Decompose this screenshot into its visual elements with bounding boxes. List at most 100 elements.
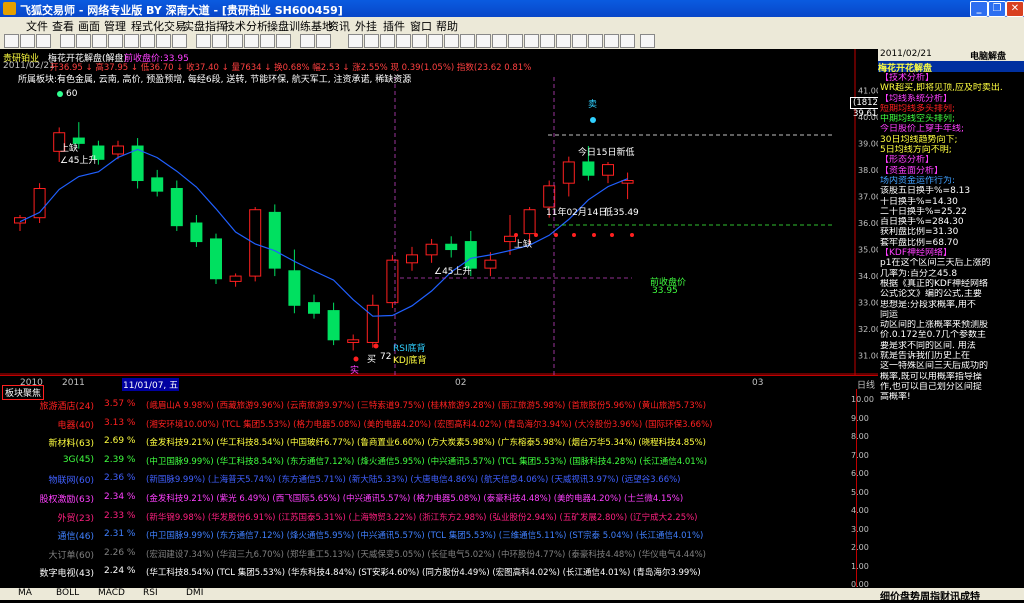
candle-body [562, 161, 575, 184]
annotation-buy: 买 [367, 355, 377, 365]
cycle-icon[interactable] [460, 34, 475, 48]
help-icon[interactable] [316, 34, 331, 48]
tab-ma[interactable]: MA [18, 588, 32, 598]
analysis-line: 中期均线空头排列; [880, 114, 956, 125]
sector-focus-panel: 板块聚焦 旅游酒店(24) 3.57 % (峨眉山A 9.98%) (西藏旅游9.9… [0, 385, 856, 587]
gann-icon[interactable] [444, 34, 459, 48]
tab-dmi[interactable]: DMI [186, 588, 203, 598]
month-03: 03 [752, 378, 764, 388]
maximize-button[interactable]: ❐ [988, 1, 1006, 17]
sector-focus-button[interactable]: 板块聚焦 [2, 385, 45, 400]
annotation-72: 72 [380, 352, 392, 362]
layout-icon[interactable] [244, 34, 259, 48]
analysis-line: 同运 [880, 309, 899, 320]
price-chart[interactable]: 41.0040.0039.0038.0037.0036.0035.0034.00… [0, 49, 885, 376]
annotation-45-up: ∠45上升 [60, 156, 98, 166]
close-button[interactable]: ✕ [1006, 1, 1024, 17]
sector-top-stocks: (新华锦9.98%) (华发股份6.91%) (江苏国泰5.31%) (上海物贸… [146, 512, 698, 523]
sector-top-stocks: (金发科技9.21%) (紫光 6.49%) (西飞国际5.65%) (中兴通讯… [146, 494, 684, 504]
analysis-line: 场内资金运作行为: [880, 175, 956, 186]
save-icon[interactable] [640, 34, 655, 48]
sector-name: 股权激励(63) [39, 495, 94, 505]
annotation-15day-low: 今日15日新低 [578, 148, 635, 158]
lower-y-tick: 2.00 [851, 543, 869, 552]
sector-change: 2.69 % [104, 436, 136, 447]
back-icon[interactable] [4, 34, 19, 48]
candle-body [308, 302, 320, 314]
sector-row[interactable]: 股权激励(63) 2.34 % (金发科技9.21%) (紫光 6.49%) (西飞… [0, 492, 856, 506]
sector-row[interactable]: 通信(46) 2.31 % (中卫国脉9.99%) (东方通信7.12%) (烽火通… [0, 529, 856, 543]
analysis-line: 思想是:分段求概率,用不 [880, 299, 976, 310]
rect-icon[interactable] [492, 34, 507, 48]
list-icon[interactable] [108, 34, 123, 48]
sector-name: 旅游酒店(24) [39, 402, 94, 412]
app-icon [3, 2, 16, 15]
refresh-icon[interactable] [36, 34, 51, 48]
pointer-icon[interactable] [348, 34, 363, 48]
candle-body [366, 304, 379, 343]
annotation-sell: 卖 [588, 100, 598, 110]
prev-close-value: 33.95 [652, 286, 678, 296]
tab-macd[interactable]: MACD [98, 588, 125, 598]
tab-boll[interactable]: BOLL [56, 588, 79, 598]
delete-icon[interactable] [620, 34, 635, 48]
calendar-icon[interactable] [228, 34, 243, 48]
stats-icon[interactable] [212, 34, 227, 48]
candle-body [112, 145, 124, 155]
ray-draw-icon[interactable] [380, 34, 395, 48]
line-draw-icon[interactable] [364, 34, 379, 48]
formula-icon[interactable] [260, 34, 275, 48]
analysis-panel: 2011/02/21 电脑解盘 梅花开花解盘 【技术分析】 WR超买,即将见顶,应… [878, 49, 1024, 589]
candle-body [484, 259, 497, 269]
lower-y-tick: 6.00 [851, 469, 869, 478]
analysis-line: 几率为:百分之45.8 [880, 268, 958, 279]
channel-icon[interactable] [396, 34, 411, 48]
ellipse-icon[interactable] [508, 34, 523, 48]
sector-row[interactable]: 大订单(60) 2.26 % (宏润建设7.34%) (华润三九6.70%) (郑华… [0, 548, 856, 562]
sector-row[interactable]: 旅游酒店(24) 3.57 % (峨眉山A 9.98%) (西藏旅游9.96%) (… [0, 399, 856, 413]
candle-icon[interactable] [60, 34, 75, 48]
tab-rsi[interactable]: RSI [143, 588, 158, 598]
candle-body [582, 161, 595, 176]
info-icon[interactable] [124, 34, 139, 48]
sector-row[interactable]: 外贸(23) 2.33 % (新华锦9.98%) (华发股份6.91%) (江苏国泰… [0, 511, 856, 525]
mark-icon[interactable] [540, 34, 555, 48]
text-icon[interactable] [524, 34, 539, 48]
zoom-in-icon[interactable] [156, 34, 171, 48]
sector-name: 数字电视(43) [39, 569, 94, 580]
sector-name: 外贸(23) [57, 513, 94, 524]
lock-icon[interactable] [556, 34, 571, 48]
status-shortcuts[interactable]: 细价盘势周指财讯成特 [880, 588, 980, 603]
forward-icon[interactable] [20, 34, 35, 48]
bar-icon[interactable] [76, 34, 91, 48]
arrow-icon[interactable] [476, 34, 491, 48]
y-tick-label: 36.00 [858, 219, 878, 228]
annotation-gap-up-2: 上缺 [514, 240, 533, 250]
lower-y-tick: 4.00 [851, 506, 869, 515]
eraser-icon[interactable] [572, 34, 587, 48]
palette-icon[interactable] [588, 34, 603, 48]
chart-icon[interactable] [196, 34, 211, 48]
minimize-button[interactable]: _ [970, 1, 988, 17]
y-tick-label: 32.00 [858, 325, 878, 334]
annotation-low-value: 低35.49 [604, 208, 639, 218]
sector-row[interactable]: 物联网(60) 2.36 % (新国脉9.99%) (上海普天5.74%) (东方通… [0, 473, 856, 487]
grid-icon[interactable] [92, 34, 107, 48]
settings-icon[interactable] [276, 34, 291, 48]
sector-change: 2.31 % [104, 529, 136, 540]
zoom-out-icon[interactable] [172, 34, 187, 48]
parallel-icon[interactable] [412, 34, 427, 48]
sector-row[interactable]: 电器(40) 3.13 % (湘安环境10.00%) (TCL 集团5.53%) (… [0, 418, 856, 432]
line-width-icon[interactable] [604, 34, 619, 48]
y-tick-label: 34.00 [858, 272, 878, 281]
fib-icon[interactable] [428, 34, 443, 48]
sector-change: 3.57 % [104, 399, 136, 409]
print-icon[interactable] [300, 34, 315, 48]
sector-change: 2.34 % [104, 492, 136, 502]
search-icon[interactable] [140, 34, 155, 48]
sector-row[interactable]: 3G(45) 2.39 % (中卫国脉9.99%) (华工科技8.54%) (东方通… [0, 455, 856, 469]
year-2011: 2011 [62, 378, 85, 388]
sector-row[interactable]: 数字电视(43) 2.24 % (华工科技8.54%) (TCL 集团5.53%) … [0, 566, 856, 580]
sector-row[interactable]: 新材料(63) 2.69 % (金发科技9.21%) (华工科技8.54%) (中国… [0, 436, 856, 450]
candle-body [249, 209, 262, 277]
